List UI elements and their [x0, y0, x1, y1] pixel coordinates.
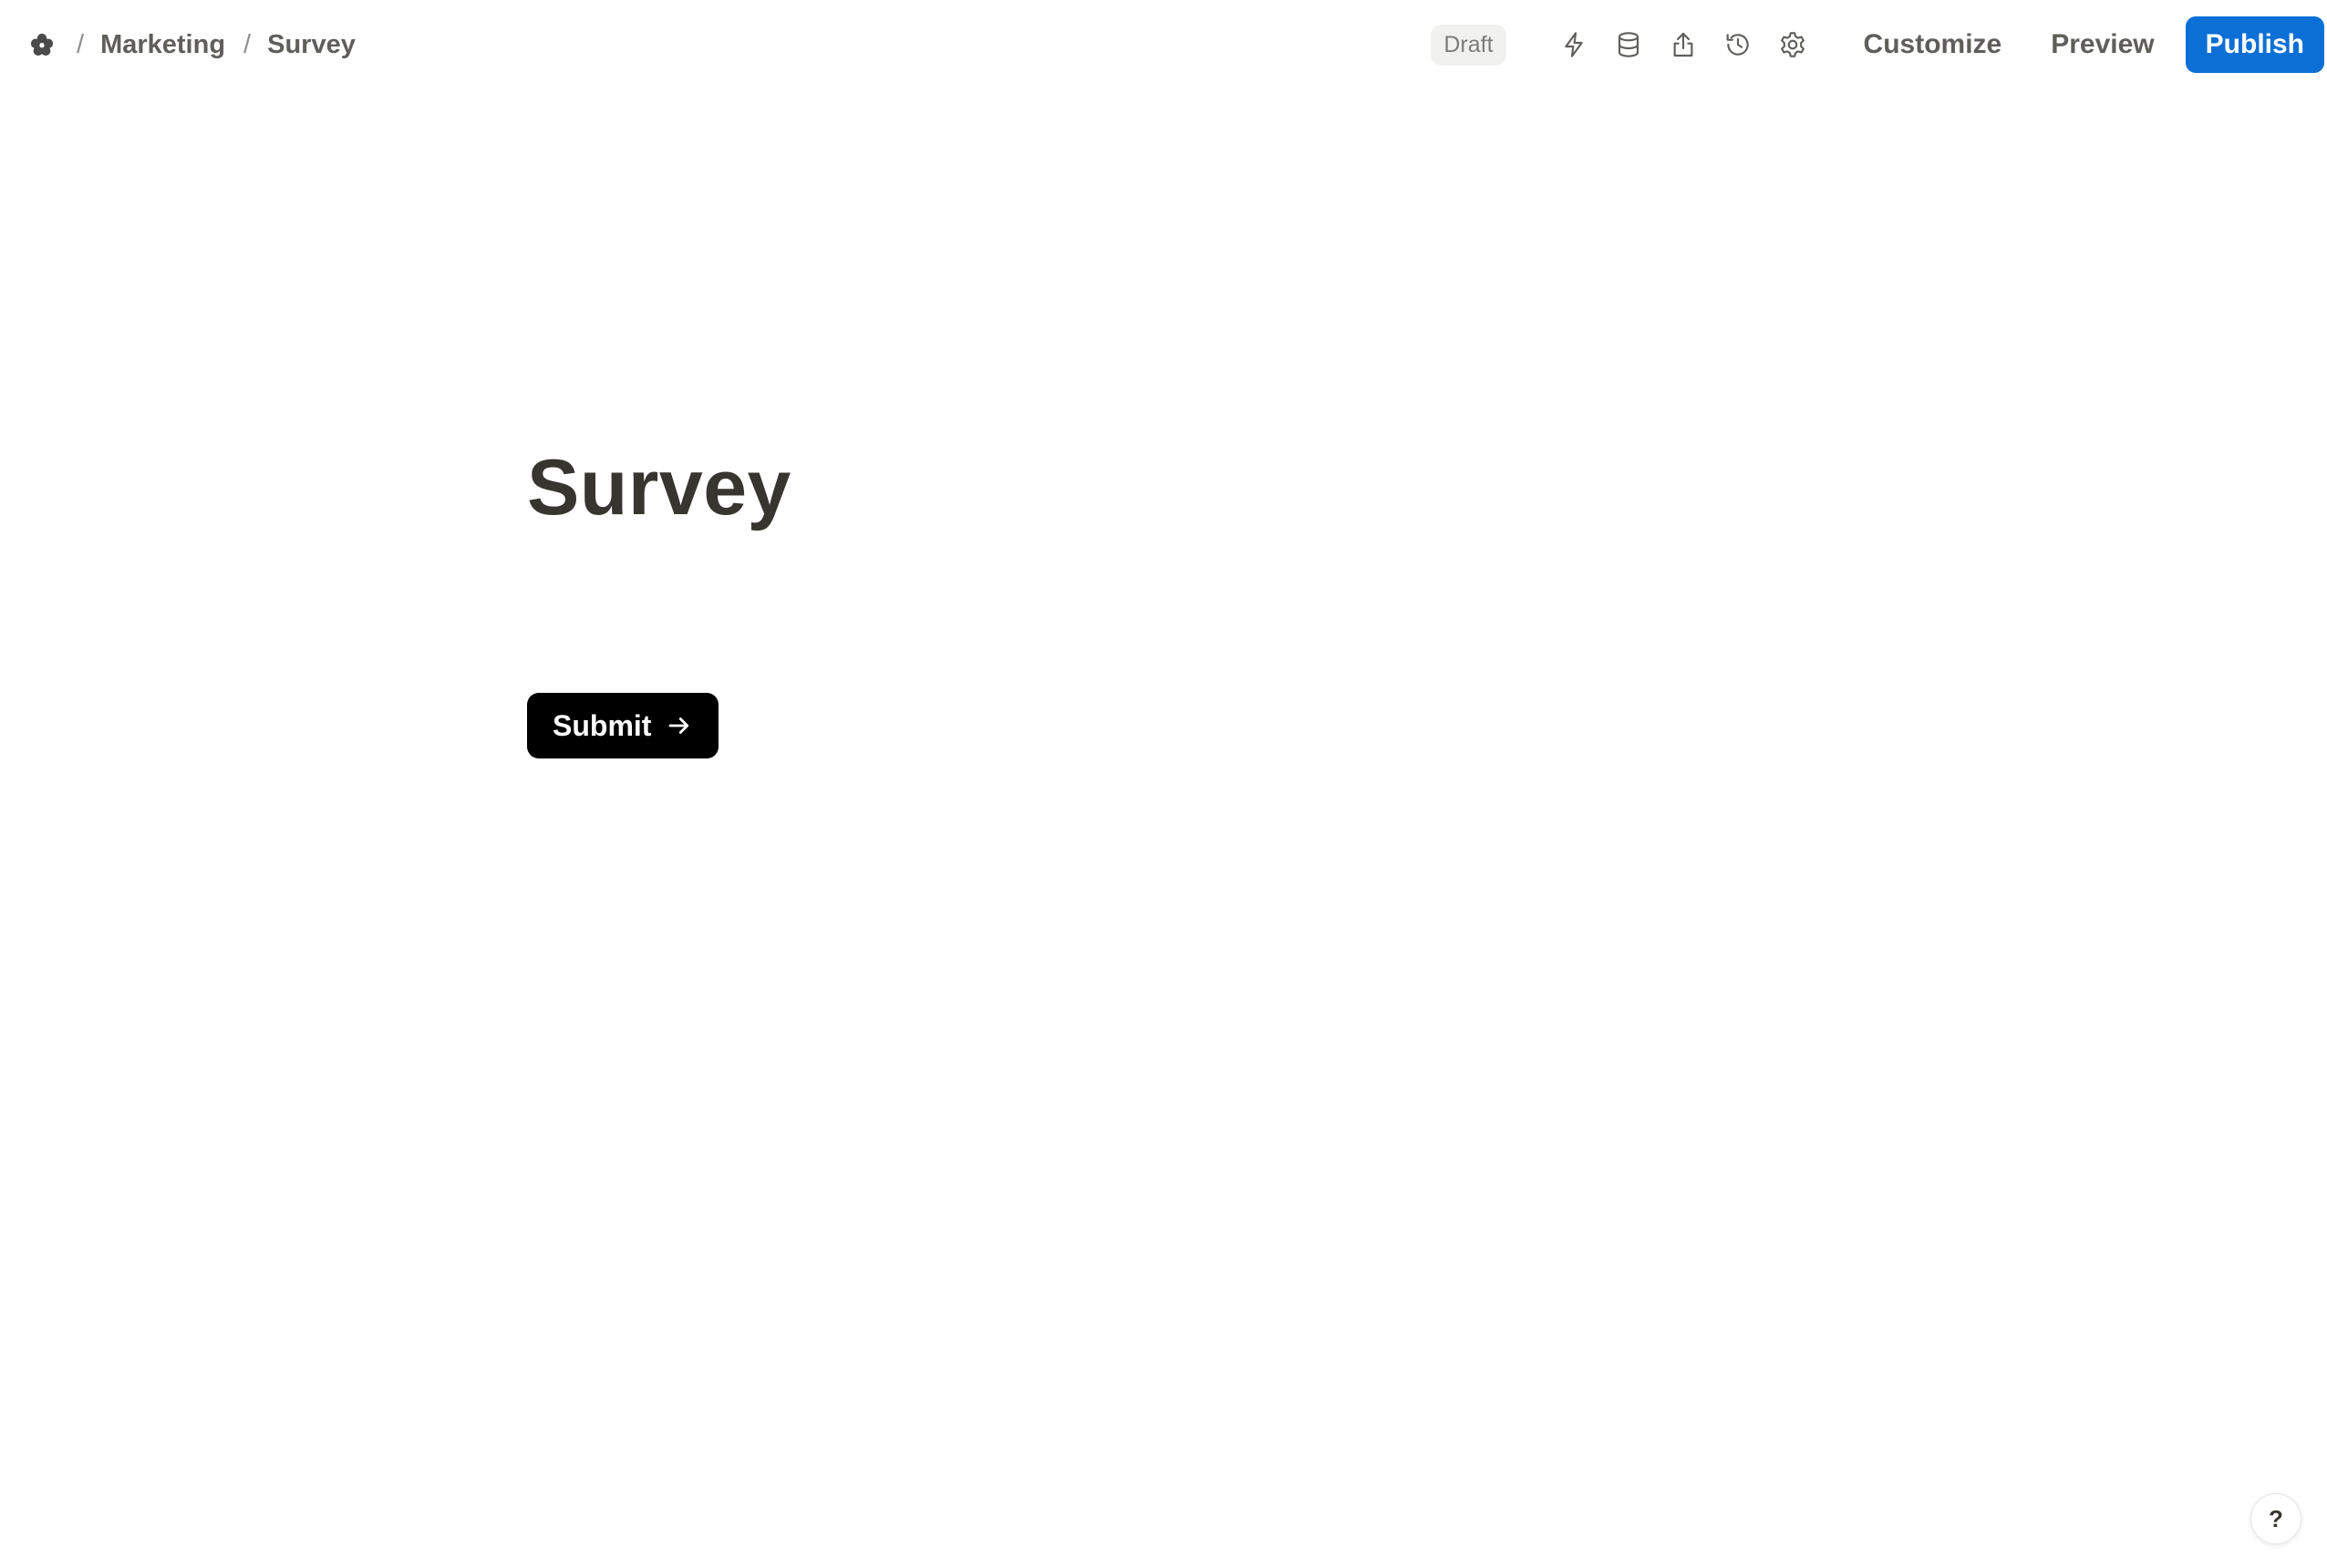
breadcrumb-separator: / — [77, 29, 85, 59]
flower-logo-icon[interactable] — [26, 28, 58, 61]
customize-button[interactable]: Customize — [1846, 18, 2021, 71]
status-badge: Draft — [1431, 24, 1506, 66]
preview-button[interactable]: Preview — [2032, 18, 2172, 71]
lightning-icon[interactable] — [1554, 25, 1594, 65]
settings-icon[interactable] — [1773, 25, 1813, 65]
history-icon[interactable] — [1718, 25, 1758, 65]
arrow-right-icon — [666, 712, 693, 739]
help-button[interactable]: ? — [2250, 1493, 2301, 1544]
breadcrumb: / Marketing / Survey — [26, 0, 356, 89]
share-icon[interactable] — [1663, 25, 1703, 65]
submit-button[interactable]: Submit — [527, 693, 719, 758]
form-editor-page: / Marketing / Survey Draft Customize Pre… — [0, 0, 2327, 1568]
top-bar: / Marketing / Survey Draft Customize Pre… — [0, 0, 2327, 89]
form-title[interactable]: Survey — [527, 445, 791, 531]
database-icon[interactable] — [1608, 25, 1649, 65]
toolbar: Draft Customize Preview Publish — [1431, 0, 2324, 89]
breadcrumb-separator: / — [243, 29, 252, 59]
breadcrumb-item-survey[interactable]: Survey — [267, 30, 356, 60]
publish-button[interactable]: Publish — [2185, 16, 2324, 73]
submit-button-label: Submit — [553, 708, 652, 742]
breadcrumb-item-marketing[interactable]: Marketing — [100, 30, 225, 60]
